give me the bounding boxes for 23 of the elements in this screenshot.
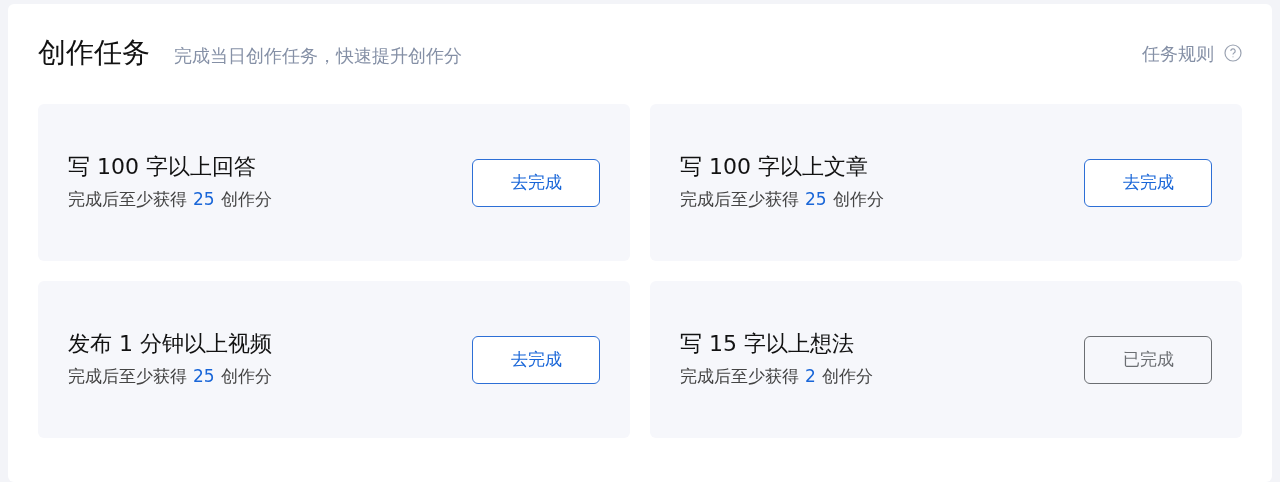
- reward-text: 完成后至少获得: [68, 365, 187, 389]
- reward-unit: 创作分: [220, 365, 272, 389]
- rules-link[interactable]: 任务规则: [1142, 39, 1214, 67]
- points-value: 25: [193, 188, 215, 212]
- go-complete-button[interactable]: 去完成: [1084, 158, 1212, 207]
- reward-text: 完成后至少获得: [680, 365, 799, 389]
- reward-unit: 创作分: [821, 365, 873, 389]
- go-complete-button[interactable]: 去完成: [472, 335, 600, 384]
- go-complete-button[interactable]: 去完成: [472, 158, 600, 207]
- task-title: 写 15 字以上想法: [680, 330, 855, 359]
- section-subtitle: 完成当日创作任务，快速提升创作分: [174, 44, 462, 68]
- task-title: 发布 1 分钟以上视频: [68, 330, 272, 359]
- points-value: 25: [193, 365, 215, 389]
- help-icon[interactable]: [1224, 44, 1242, 62]
- task-title: 写 100 字以上文章: [680, 153, 869, 182]
- reward-text: 完成后至少获得: [680, 188, 799, 212]
- reward-text: 完成后至少获得: [68, 188, 187, 212]
- points-value: 2: [805, 365, 816, 389]
- reward-unit: 创作分: [832, 188, 884, 212]
- task-title: 写 100 字以上回答: [68, 153, 257, 182]
- reward-unit: 创作分: [220, 188, 272, 212]
- section-title: 创作任务: [38, 35, 150, 71]
- points-value: 25: [805, 188, 827, 212]
